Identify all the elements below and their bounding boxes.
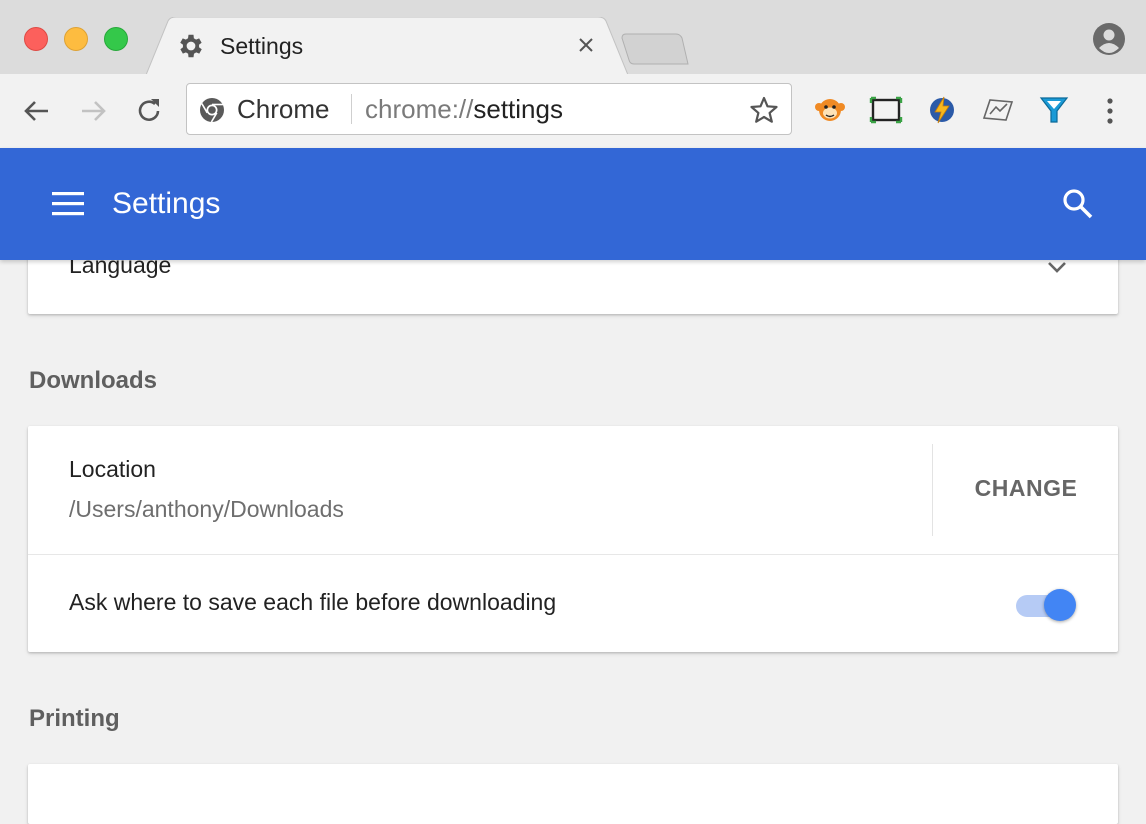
window-minimize-button[interactable] [64,27,88,51]
new-tab-button[interactable] [620,32,690,66]
page-title: Settings [112,187,221,220]
back-arrow-icon[interactable] [20,94,54,128]
printing-section-heading: Printing [29,705,120,732]
downloads-section-heading: Downloads [29,367,158,394]
settings-header: Settings [0,148,1146,260]
toggle-knob [1044,589,1076,621]
forward-arrow-icon[interactable] [76,94,110,128]
window-maximize-button[interactable] [104,27,128,51]
screen-capture-extension-icon[interactable] [868,92,904,128]
url-host: settings [473,94,563,124]
funnel-extension-icon[interactable] [1036,92,1072,128]
window-close-button[interactable] [24,27,48,51]
bookmark-star-icon[interactable] [749,95,779,125]
ask-where-to-save-row[interactable]: Ask where to save each file before downl… [28,555,1118,652]
chrome-logo-icon [199,97,225,123]
tab-settings[interactable]: Settings [146,17,628,75]
tab-title: Settings [220,33,304,59]
profile-avatar-icon[interactable] [1092,22,1126,56]
location-row: Location /Users/anthony/Downloads CHANGE [28,426,1118,555]
url-text[interactable]: chrome://settings [365,93,563,125]
downloads-card: Location /Users/anthony/Downloads CHANGE… [28,426,1118,652]
gear-icon [176,31,206,61]
more-menu-icon[interactable] [1098,94,1122,128]
location-label: Location [69,456,156,482]
hamburger-menu-icon[interactable] [50,190,86,218]
omnibox-divider [351,94,352,124]
chart-extension-icon[interactable] [980,92,1016,128]
change-location-button[interactable]: CHANGE [948,466,1104,510]
ask-where-to-save-label: Ask where to save each file before downl… [69,589,557,615]
monkey-extension-icon[interactable] [812,92,848,128]
location-path: /Users/anthony/Downloads [69,496,344,522]
browser-toolbar: Chrome chrome://settings [0,74,1146,148]
site-chip-label: Chrome [237,94,330,124]
ask-where-to-save-toggle[interactable] [1014,587,1080,621]
search-icon[interactable] [1058,184,1098,224]
lightning-extension-icon[interactable] [924,92,960,128]
printing-card [28,764,1118,824]
tab-close-icon[interactable] [574,33,598,57]
reload-icon[interactable] [132,94,166,128]
location-divider [932,444,933,536]
address-bar[interactable]: Chrome chrome://settings [186,83,792,135]
tab-strip: Settings [0,0,1146,75]
url-scheme: chrome:// [365,94,474,124]
